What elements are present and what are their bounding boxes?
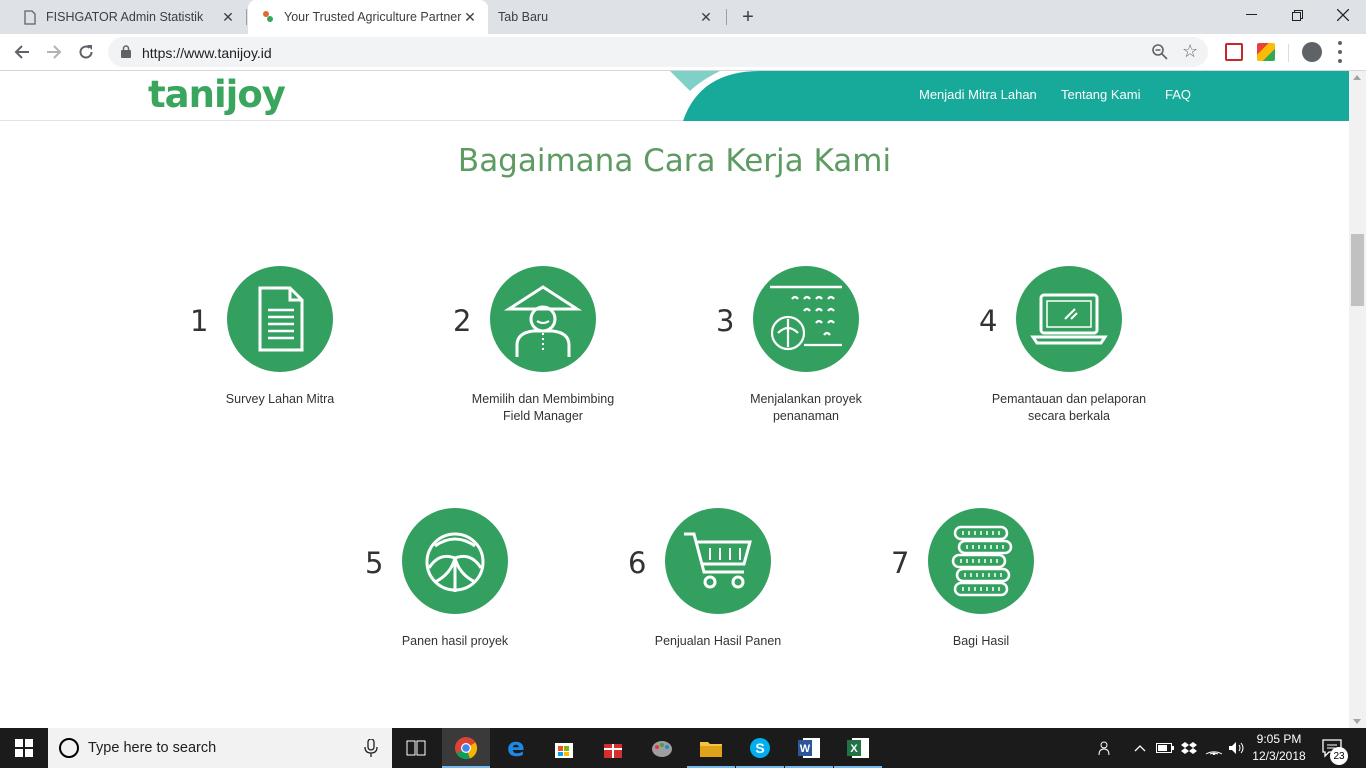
scroll-up-icon[interactable] xyxy=(1353,75,1361,80)
address-bar[interactable]: https://www.tanijoy.id ☆ xyxy=(108,37,1208,67)
page-scrollbar[interactable] xyxy=(1349,71,1366,728)
taskbar-search-box[interactable]: Type here to search xyxy=(48,728,392,768)
section-title: Bagaimana Cara Kerja Kami xyxy=(457,143,892,179)
step-label: Pemantauan dan pelaporan secara berkala xyxy=(991,392,1147,423)
step-label: Menjalankan proyek penanaman xyxy=(750,392,862,423)
notification-badge: 23 xyxy=(1330,747,1348,765)
nav-menjadi-mitra-lahan[interactable]: Menjadi Mitra Lahan xyxy=(919,87,1037,102)
chrome-menu-icon[interactable] xyxy=(1336,41,1344,63)
step-number: 4 xyxy=(979,304,998,338)
svg-text:S: S xyxy=(755,740,764,756)
profile-icon[interactable] xyxy=(1302,42,1322,62)
gift-icon[interactable] xyxy=(589,728,637,768)
tab-title: Your Trusted Agriculture Partner | T xyxy=(284,10,462,24)
site-header: tanijoy Menjadi Mitra Lahan Tentang Kami… xyxy=(0,71,1349,121)
shopping-cart-icon xyxy=(665,508,771,614)
step-label: Penjualan Hasil Panen xyxy=(654,634,782,648)
bookmark-star-icon[interactable]: ☆ xyxy=(1182,41,1198,62)
document-icon xyxy=(22,9,38,25)
step-number: 7 xyxy=(891,546,910,580)
tab-title: Tab Baru xyxy=(498,10,549,24)
toolbar-divider xyxy=(1288,44,1289,62)
nav-faq[interactable]: FAQ xyxy=(1165,87,1191,102)
cabbage-icon xyxy=(402,508,508,614)
windows-taskbar: Type here to search e S W X 9:05 PM 12/3… xyxy=(0,728,1366,768)
planting-field-icon xyxy=(753,266,859,372)
farmer-icon xyxy=(490,266,596,372)
step-number: 5 xyxy=(365,546,384,580)
browser-tab-strip: FISHGATOR Admin Statistik ✕ Your Trusted… xyxy=(0,0,1366,34)
extension-pocket-icon[interactable] xyxy=(1225,43,1243,61)
taskbar-clock[interactable]: 9:05 PM 12/3/2018 xyxy=(1248,731,1310,765)
battery-icon[interactable] xyxy=(1154,728,1176,768)
reload-button[interactable] xyxy=(74,40,98,64)
tanijoy-logo[interactable]: tanijoy xyxy=(148,73,286,116)
tab-new[interactable]: Tab Baru ✕ xyxy=(488,0,724,34)
step-label: Memilih dan Membimbing Field Manager xyxy=(471,392,615,423)
browser-toolbar: https://www.tanijoy.id ☆ xyxy=(0,34,1366,71)
people-icon[interactable] xyxy=(1094,728,1118,768)
back-button[interactable] xyxy=(10,40,34,64)
tanijoy-favicon xyxy=(260,9,276,25)
minimize-button[interactable] xyxy=(1228,0,1274,30)
close-tab-icon[interactable]: ✕ xyxy=(462,9,478,25)
zoom-icon[interactable] xyxy=(1151,43,1169,61)
word-icon[interactable]: W xyxy=(785,728,833,768)
tab-divider xyxy=(726,9,727,25)
close-tab-icon[interactable]: ✕ xyxy=(698,9,714,25)
dropbox-icon[interactable] xyxy=(1178,728,1200,768)
step-label: Panen hasil proyek xyxy=(401,634,509,648)
tab-fishgator[interactable]: FISHGATOR Admin Statistik ✕ xyxy=(10,0,246,34)
chrome-icon[interactable] xyxy=(442,728,490,768)
scroll-down-icon[interactable] xyxy=(1353,719,1361,724)
wifi-icon[interactable] xyxy=(1202,728,1226,768)
file-explorer-icon[interactable] xyxy=(687,728,735,768)
step-number: 1 xyxy=(190,304,209,338)
microphone-icon[interactable] xyxy=(364,739,378,757)
lock-icon xyxy=(121,45,131,58)
close-tab-icon[interactable]: ✕ xyxy=(220,9,236,25)
search-placeholder: Type here to search xyxy=(88,740,217,756)
svg-text:X: X xyxy=(850,743,858,755)
nav-tentang-kami[interactable]: Tentang Kami xyxy=(1061,87,1141,102)
excel-icon[interactable]: X xyxy=(834,728,882,768)
svg-text:W: W xyxy=(800,743,811,755)
laptop-icon xyxy=(1016,266,1122,372)
volume-icon[interactable] xyxy=(1226,728,1248,768)
clock-time: 9:05 PM xyxy=(1256,732,1302,746)
paint-icon[interactable] xyxy=(638,728,686,768)
step-number: 6 xyxy=(628,546,647,580)
windows-icon xyxy=(15,739,33,757)
cortana-icon xyxy=(59,738,79,758)
start-button[interactable] xyxy=(0,728,48,768)
step-label: Survey Lahan Mitra xyxy=(225,392,335,406)
close-window-button[interactable] xyxy=(1320,0,1366,30)
scrollbar-thumb[interactable] xyxy=(1351,234,1364,306)
coin-stack-icon xyxy=(928,508,1034,614)
step-number: 2 xyxy=(453,304,472,338)
task-view-icon[interactable] xyxy=(392,728,440,768)
document-icon xyxy=(227,266,333,372)
chevron-up-icon[interactable] xyxy=(1130,728,1150,768)
step-number: 3 xyxy=(716,304,735,338)
forward-button[interactable] xyxy=(42,40,66,64)
new-tab-button[interactable]: + xyxy=(736,5,760,29)
clock-date: 12/3/2018 xyxy=(1252,749,1306,763)
step-label: Bagi Hasil xyxy=(952,634,1010,648)
extension-icon[interactable] xyxy=(1257,43,1275,61)
restore-button[interactable] xyxy=(1274,0,1320,30)
url-text: https://www.tanijoy.id xyxy=(142,45,272,61)
page-viewport: tanijoy Menjadi Mitra Lahan Tentang Kami… xyxy=(0,71,1349,728)
tab-title: FISHGATOR Admin Statistik xyxy=(46,10,204,24)
edge-icon[interactable]: e xyxy=(492,728,540,768)
skype-icon[interactable]: S xyxy=(736,728,784,768)
store-icon[interactable] xyxy=(540,728,588,768)
tab-divider xyxy=(246,9,247,25)
tab-tanijoy[interactable]: Your Trusted Agriculture Partner | T ✕ xyxy=(248,0,488,34)
